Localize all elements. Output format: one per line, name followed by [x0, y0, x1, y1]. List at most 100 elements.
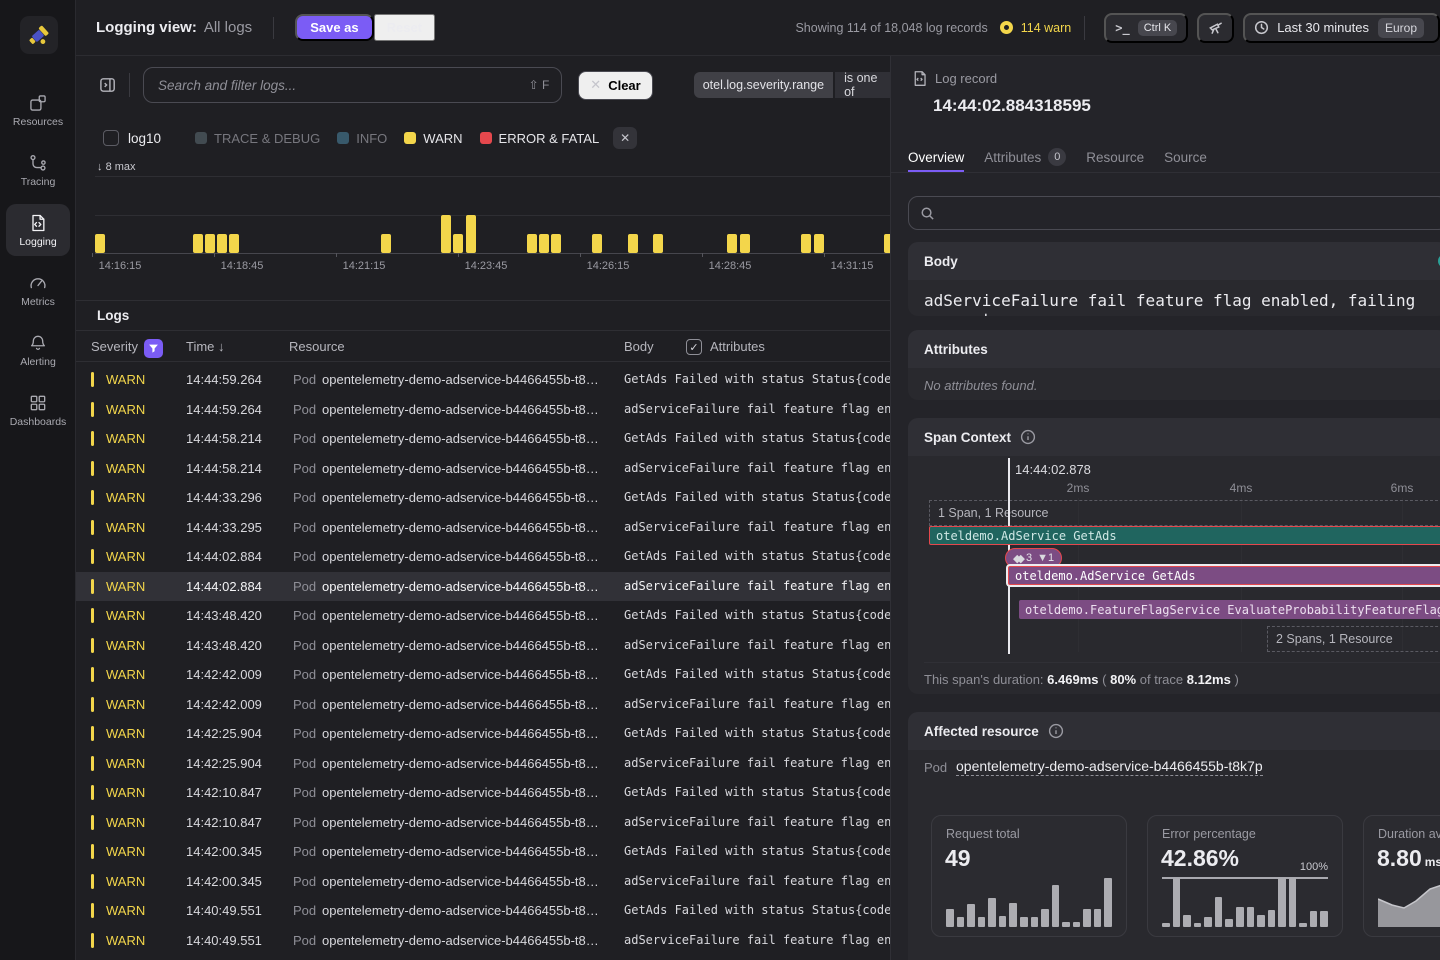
sidebar-item-metrics[interactable]: Metrics: [6, 264, 70, 316]
resource-type-cell: Pod: [293, 431, 316, 446]
span-bar-current[interactable]: oteldemo.AdService GetAds: [1008, 566, 1440, 585]
log-table-row[interactable]: WARN14:42:00.345Podopentelemetry-demo-ad…: [76, 867, 890, 897]
log-table-row[interactable]: WARN14:42:25.904Podopentelemetry-demo-ad…: [76, 719, 890, 749]
sidebar-item-dashboards[interactable]: Dashboards: [6, 384, 70, 436]
span-bar-root[interactable]: oteldemo.AdService GetAds: [929, 526, 1440, 545]
detail-search-input[interactable]: [943, 205, 1436, 222]
col-time[interactable]: Time ↓: [186, 339, 225, 354]
sidebar-item-tracing[interactable]: Tracing: [6, 144, 70, 196]
histogram-bar[interactable]: [441, 215, 451, 254]
span-name: oteldemo.FeatureFlagService EvaluateProb…: [1025, 603, 1440, 617]
legend-item-warn[interactable]: WARN: [404, 131, 462, 146]
histogram-bar[interactable]: [628, 234, 638, 253]
span-events-badge[interactable]: ◆◆ 3 ▼ 1: [1005, 548, 1062, 568]
histogram-bar[interactable]: [551, 234, 561, 253]
legend-item-trace-debug[interactable]: TRACE & DEBUG: [195, 131, 320, 146]
tab-overview[interactable]: Overview: [908, 142, 964, 172]
reset-button[interactable]: Reset: [374, 14, 435, 41]
log-table-row[interactable]: WARN14:44:58.214Podopentelemetry-demo-ad…: [76, 424, 890, 454]
axis-tick-label: 14:23:45: [465, 260, 508, 272]
collapse-panel-icon[interactable]: [99, 76, 116, 94]
histogram-bar[interactable]: [217, 234, 227, 253]
histogram-bar[interactable]: [653, 234, 663, 253]
tab-resource[interactable]: Resource: [1086, 142, 1144, 172]
filter-chip-group[interactable]: otel.log.severity.range is one of: [694, 72, 890, 98]
histogram-bar[interactable]: [801, 234, 811, 253]
severity-marker: [91, 608, 94, 623]
gridline: [95, 215, 890, 216]
resource-type-cell: Pod: [293, 638, 316, 653]
resource-cell: opentelemetry-demo-adservice-b4466455b-t…: [322, 815, 600, 830]
histogram-bar[interactable]: [229, 234, 239, 253]
axis-tick-label: 14:16:15: [99, 260, 142, 272]
col-resource[interactable]: Resource: [289, 339, 345, 354]
resource-cell: opentelemetry-demo-adservice-b4466455b-t…: [322, 756, 600, 771]
info-icon[interactable]: [1020, 429, 1036, 445]
series-checkbox[interactable]: [103, 130, 119, 146]
log-table-row[interactable]: WARN14:44:02.884Podopentelemetry-demo-ad…: [76, 572, 890, 602]
filter-chip-operator[interactable]: is one of: [835, 72, 890, 98]
histogram-bar[interactable]: [95, 234, 105, 253]
histogram-bar[interactable]: [527, 234, 537, 253]
log-table-row[interactable]: WARN14:42:10.847Podopentelemetry-demo-ad…: [76, 808, 890, 838]
time-range-button[interactable]: Last 30 minutes Europ: [1243, 13, 1440, 43]
log-table-row[interactable]: WARN14:44:33.295Podopentelemetry-demo-ad…: [76, 513, 890, 543]
histogram-bar[interactable]: [193, 234, 203, 253]
log-table-row[interactable]: WARN14:42:42.009Podopentelemetry-demo-ad…: [76, 690, 890, 720]
mini-bar: [1299, 923, 1307, 927]
log-table-row[interactable]: WARN14:42:42.009Podopentelemetry-demo-ad…: [76, 660, 890, 690]
info-icon[interactable]: [1048, 723, 1064, 739]
sidebar-nav: Resources Tracing Logging Metrics Alerting Da…: [0, 84, 76, 436]
histogram-bar[interactable]: [466, 215, 476, 254]
col-attributes[interactable]: Attributes: [710, 339, 765, 354]
col-body[interactable]: Body: [624, 339, 654, 354]
log-table-row[interactable]: WARN14:44:58.214Podopentelemetry-demo-ad…: [76, 454, 890, 484]
histogram-bar[interactable]: [727, 234, 737, 253]
log-table-row[interactable]: WARN14:43:48.420Podopentelemetry-demo-ad…: [76, 631, 890, 661]
histogram-bar[interactable]: [539, 234, 549, 253]
axis-tick-label: 14:26:15: [587, 260, 630, 272]
log-table-row[interactable]: WARN14:44:33.296Podopentelemetry-demo-ad…: [76, 483, 890, 513]
span-group-before[interactable]: 1 Span, 1 Resource: [929, 500, 1440, 526]
tab-attributes[interactable]: Attributes 0: [984, 142, 1066, 172]
log-table-row[interactable]: WARN14:44:59.264Podopentelemetry-demo-ad…: [76, 365, 890, 395]
log-table-row[interactable]: WARN14:42:10.847Podopentelemetry-demo-ad…: [76, 778, 890, 808]
log-table-row[interactable]: WARN14:44:02.884Podopentelemetry-demo-ad…: [76, 542, 890, 572]
log-table-row[interactable]: WARN: [76, 955, 890, 960]
announcements-button[interactable]: [1197, 13, 1234, 43]
attributes-checkbox[interactable]: ✓: [686, 339, 702, 355]
filter-chip-key[interactable]: otel.log.severity.range: [694, 72, 833, 98]
span-group-after[interactable]: 2 Spans, 1 Resource: [1267, 626, 1440, 652]
clear-filters-button[interactable]: ✕ Clear: [578, 71, 652, 100]
severity-filter-button[interactable]: [144, 339, 163, 358]
legend-item-info[interactable]: INFO: [337, 131, 387, 146]
span-bar-featureflag[interactable]: oteldemo.FeatureFlagService EvaluateProb…: [1019, 600, 1440, 619]
sidebar-item-alerting[interactable]: Alerting: [6, 324, 70, 376]
search-icon: [920, 206, 935, 221]
sidebar-item-logging[interactable]: Logging: [6, 204, 70, 256]
histogram-bar[interactable]: [205, 234, 215, 253]
histogram-bar[interactable]: [381, 234, 391, 253]
legend-item-error-fatal[interactable]: ERROR & FATAL: [480, 131, 600, 146]
log-table-row[interactable]: WARN14:40:49.551Podopentelemetry-demo-ad…: [76, 896, 890, 926]
log-table-row[interactable]: WARN14:42:25.904Podopentelemetry-demo-ad…: [76, 749, 890, 779]
tab-source[interactable]: Source: [1164, 142, 1207, 172]
histogram-bar[interactable]: [814, 234, 824, 253]
search-input[interactable]: [156, 77, 529, 94]
app-logo[interactable]: [20, 16, 58, 54]
axis-label-6ms: 6ms: [1391, 481, 1414, 495]
log-table-row[interactable]: WARN14:42:00.345Podopentelemetry-demo-ad…: [76, 837, 890, 867]
log-table-row[interactable]: WARN14:40:49.551Podopentelemetry-demo-ad…: [76, 926, 890, 956]
pod-link[interactable]: opentelemetry-demo-adservice-b4466455b-t…: [956, 758, 1263, 776]
log-table-row[interactable]: WARN14:44:59.264Podopentelemetry-demo-ad…: [76, 395, 890, 425]
command-palette-button[interactable]: >_ Ctrl K: [1104, 13, 1188, 43]
histogram-bar[interactable]: [592, 234, 602, 253]
log-table-row[interactable]: WARN14:43:48.420Podopentelemetry-demo-ad…: [76, 601, 890, 631]
sidebar-item-resources[interactable]: Resources: [6, 84, 70, 136]
histogram-bar[interactable]: [740, 234, 750, 253]
save-as-button[interactable]: Save as: [295, 14, 373, 41]
histogram-bar[interactable]: [453, 234, 463, 253]
legend-close-button[interactable]: ✕: [613, 127, 637, 149]
severity-marker: [91, 490, 94, 505]
col-severity[interactable]: Severity: [91, 339, 138, 354]
